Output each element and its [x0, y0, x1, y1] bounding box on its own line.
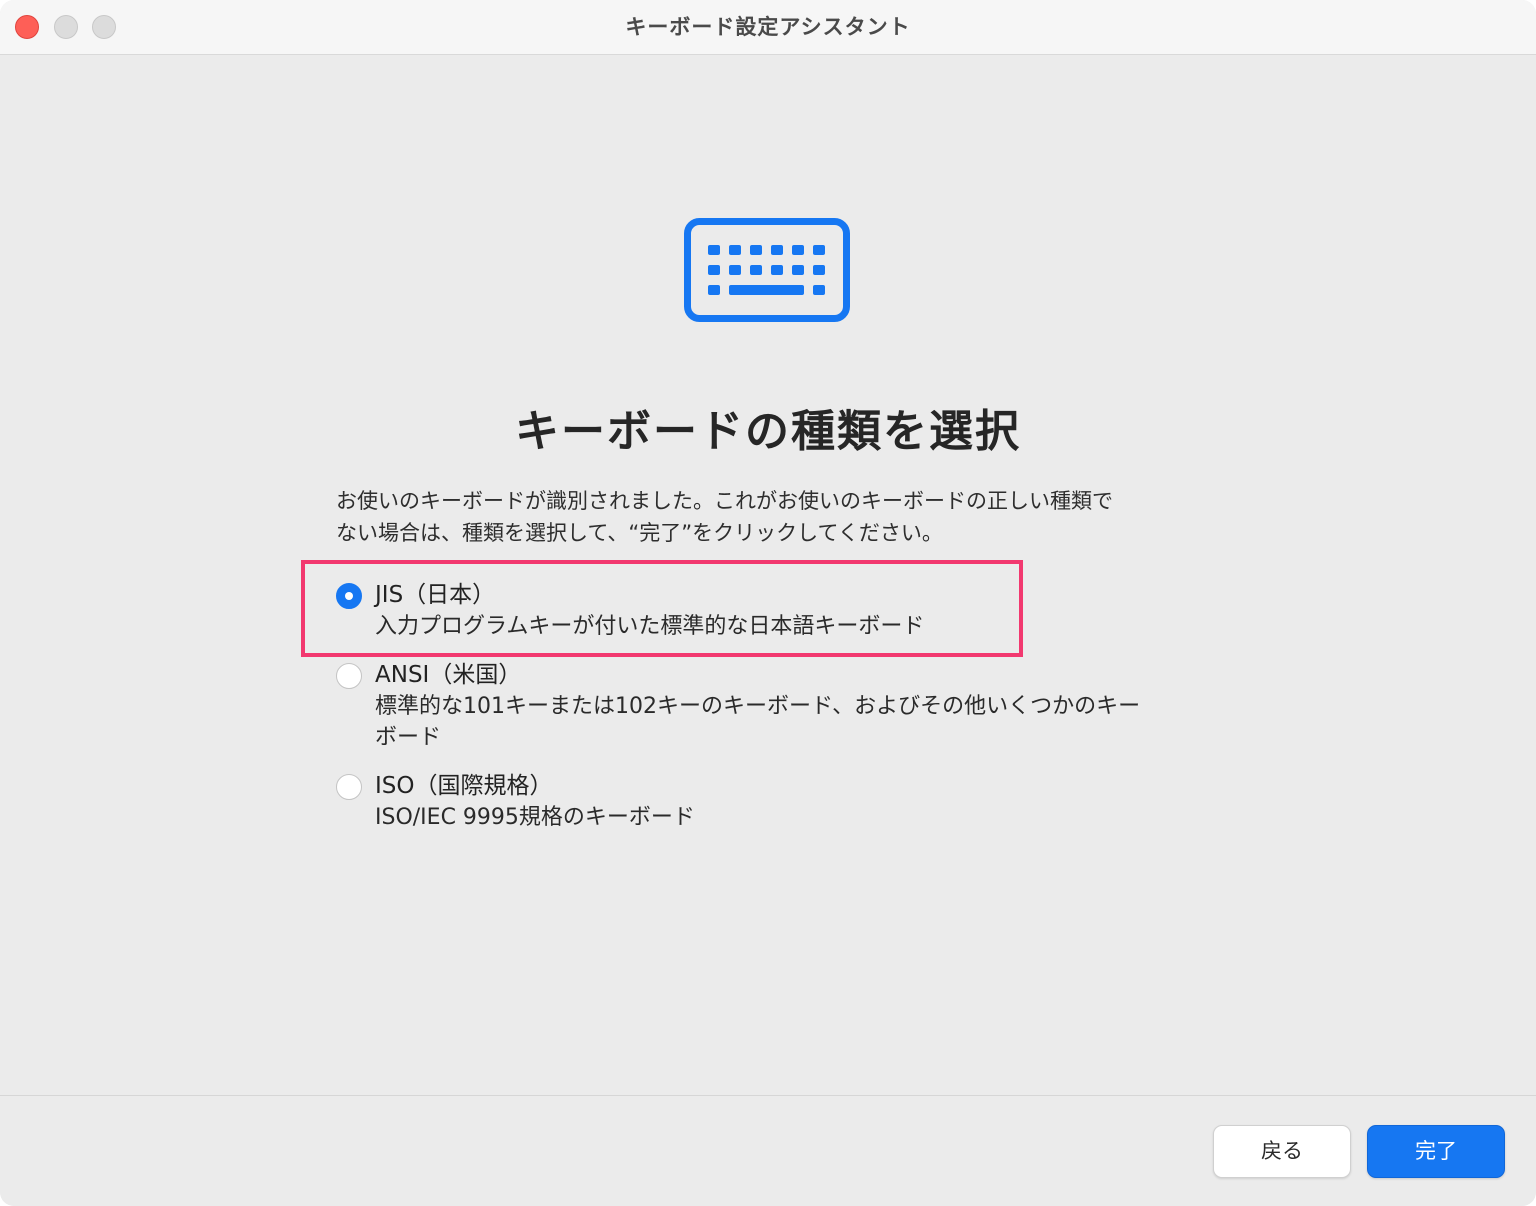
title-bar: キーボード設定アシスタント — [0, 0, 1536, 55]
back-button[interactable]: 戻る — [1213, 1125, 1351, 1178]
done-button[interactable]: 完了 — [1367, 1125, 1505, 1178]
radio-button[interactable] — [336, 663, 362, 689]
option-title: JIS（日本） — [375, 582, 496, 608]
keyboard-icon — [684, 218, 850, 322]
option-description: 標準的な101キーまたは102キーのキーボード、およびその他いくつかのキーボード — [375, 694, 1141, 750]
option-title: ISO（国際規格） — [375, 773, 553, 799]
main-content: キーボードの種類を選択 お使いのキーボードが識別されました。これがお使いのキーボ… — [0, 55, 1536, 1095]
description: お使いのキーボードが識別されました。これがお使いのキーボードの正しい種類で ない… — [336, 485, 1206, 549]
description-line: ない場合は、種類を選択して、“完了”をクリックしてください。 — [336, 521, 943, 545]
radio-button[interactable] — [336, 774, 362, 800]
window-title: キーボード設定アシスタント — [625, 15, 911, 39]
option-description: ISO/IEC 9995規格のキーボード — [375, 805, 695, 830]
page-heading: キーボードの種類を選択 — [515, 406, 1021, 457]
option-description: 入力プログラムキーが付いた標準的な日本語キーボード — [375, 614, 925, 639]
setup-assistant-window: キーボード設定アシスタント キーボードの種類を選択 お使いのキーボードが識別され… — [0, 0, 1536, 1206]
description-line: お使いのキーボードが識別されました。これがお使いのキーボードの正しい種類で — [336, 489, 1113, 513]
footer-bar: 戻る 完了 — [0, 1095, 1536, 1206]
option-title: ANSI（米国） — [375, 662, 522, 688]
radio-button-selected[interactable] — [336, 583, 362, 609]
